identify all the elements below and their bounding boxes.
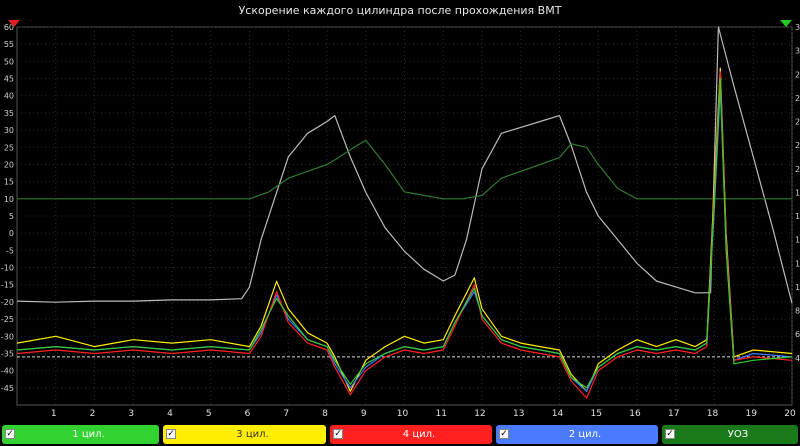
y2-tick-label: 4 (795, 354, 800, 363)
y-tick-label: 50 (4, 57, 14, 66)
checkbox-icon[interactable]: ✓ (5, 429, 15, 439)
x-tick-label: 10 (397, 409, 409, 419)
x-tick-label: 11 (436, 409, 447, 419)
y-tick-label: -20 (1, 298, 14, 307)
y-tick-label: 45 (4, 75, 14, 84)
x-tick-label: 5 (206, 409, 212, 419)
x-tick-label: 18 (707, 409, 719, 419)
legend-item-cyl4[interactable]: ✓ 4 цил. (330, 425, 492, 444)
y2-tick-label: 18 (795, 188, 800, 197)
x-tick-label: 12 (474, 409, 485, 419)
y-tick-label: 20 (4, 160, 14, 169)
y2-tick-label: 12 (795, 259, 800, 268)
y2-tick-label: 32 (795, 23, 800, 32)
y-tick-label: -25 (1, 315, 14, 324)
y-tick-label: 0 (9, 229, 14, 238)
legend-label: 3 цил. (236, 429, 269, 440)
x-tick-label: 8 (322, 409, 328, 419)
y-tick-label: 35 (4, 109, 14, 118)
y2-tick-label: 30 (795, 47, 800, 56)
y2-tick-label: 20 (795, 165, 800, 174)
x-tick-label: 2 (90, 409, 96, 419)
y-tick-label: -15 (1, 281, 14, 290)
y2-tick-label: 14 (795, 236, 800, 245)
legend-label: 1 цил. (72, 429, 105, 440)
chart-title: Ускорение каждого цилиндра после прохожд… (239, 4, 562, 17)
legend-item-cyl2[interactable]: ✓ 2 цил. (496, 425, 658, 444)
x-tick-label: 3 (128, 409, 134, 419)
y-tick-label: -30 (1, 332, 14, 341)
x-tick-label: 6 (245, 409, 251, 419)
y-tick-label: 30 (4, 126, 14, 135)
x-tick-label: 4 (167, 409, 173, 419)
legend-label: 2 цил. (568, 429, 602, 440)
y-tick-label: -45 (1, 384, 14, 393)
y2-tick-label: 8 (795, 307, 800, 316)
legend-bar: ✓ 1 цил. ✓ 3 цил. ✓ 4 цил. ✓ 2 цил. ✓ УО… (0, 423, 800, 446)
x-tick-label: 1 (51, 409, 57, 419)
y-tick-label: -35 (1, 349, 14, 358)
y2-tick-label: 6 (795, 330, 800, 339)
y-tick-label: -10 (1, 264, 14, 273)
legend-item-uoz[interactable]: ✓ УОЗ (662, 425, 798, 444)
x-tick-label: 13 (513, 409, 524, 419)
y-tick-label: -40 (1, 367, 14, 376)
checkbox-icon[interactable]: ✓ (166, 429, 176, 439)
y-tick-label: 10 (4, 195, 14, 204)
checkbox-icon[interactable]: ✓ (333, 429, 343, 439)
x-tick-label: 19 (746, 409, 758, 419)
y2-tick-label: 28 (795, 70, 800, 79)
y-tick-label: -5 (6, 246, 14, 255)
y-tick-label: 40 (4, 92, 14, 101)
x-tick-label: 15 (591, 409, 602, 419)
checkbox-icon[interactable]: ✓ (665, 429, 675, 439)
chart-area: Ускорение каждого цилиндра после прохожд… (0, 0, 800, 423)
y-tick-label: 25 (4, 143, 14, 152)
y2-tick-label: 26 (795, 94, 800, 103)
legend-item-cyl1[interactable]: ✓ 1 цил. (2, 425, 159, 444)
y2-tick-label: 22 (795, 141, 800, 150)
y-tick-label: 5 (9, 212, 14, 221)
x-tick-label: 17 (668, 409, 679, 419)
legend-label: УОЗ (727, 429, 749, 440)
y-tick-label: 55 (4, 40, 14, 49)
x-tick-label: 16 (629, 409, 641, 419)
x-tick-label: 9 (361, 409, 367, 419)
y2-tick-label: 16 (795, 212, 800, 221)
checkbox-icon[interactable]: ✓ (499, 429, 509, 439)
y2-tick-label: 24 (795, 118, 800, 127)
legend-label: 4 цил. (402, 429, 436, 440)
y-tick-label: 15 (4, 178, 14, 187)
y2-tick-label: 10 (795, 283, 800, 292)
legend-item-cyl3[interactable]: ✓ 3 цил. (163, 425, 326, 444)
x-tick-label: 14 (552, 409, 564, 419)
x-tick-label: 7 (283, 409, 289, 419)
x-tick-label: 20 (784, 409, 796, 419)
